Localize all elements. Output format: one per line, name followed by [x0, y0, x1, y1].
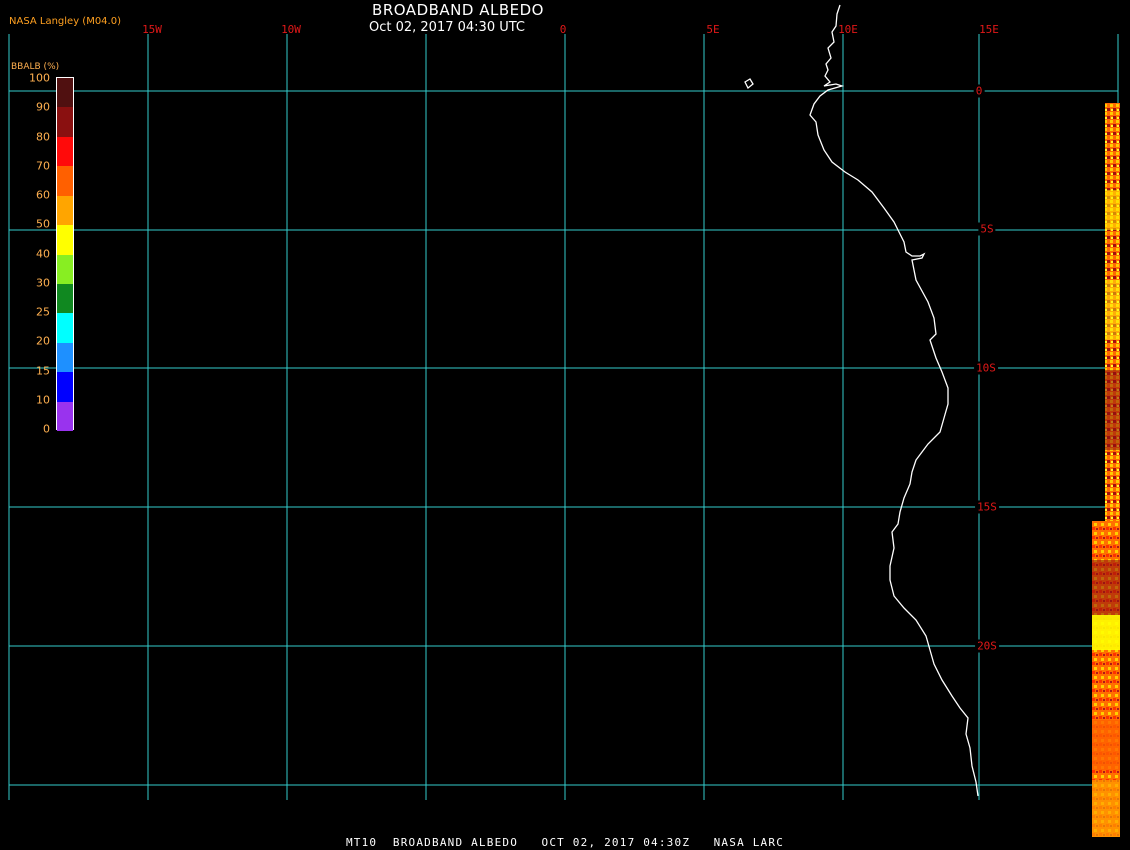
lat-label-15s: 15S: [975, 500, 999, 514]
legend-tick-label: 0: [43, 422, 50, 436]
lon-label-5e: 5E: [706, 23, 720, 36]
legend-swatch: [57, 166, 73, 197]
lon-label-0: 0: [559, 23, 567, 36]
legend-tick-label: 25: [36, 305, 50, 319]
lon-label-15w: 15W: [142, 23, 162, 36]
legend-swatch: [57, 283, 73, 314]
lat-lon-grid: [8, 34, 1119, 800]
legend-tick-label: 50: [36, 217, 50, 231]
lon-label-15e: 15E: [979, 23, 999, 36]
legend-swatch: [57, 136, 73, 167]
legend-tick-label: 80: [36, 130, 50, 143]
legend-swatch: [57, 225, 73, 255]
satellite-swath: [1092, 103, 1120, 837]
lat-label-20s: 20S: [975, 639, 999, 653]
legend-tick-label: 30: [36, 276, 50, 290]
legend-swatch: [57, 342, 73, 373]
legend-tick-label: 70: [36, 159, 50, 173]
legend-tick-label: 20: [36, 334, 50, 348]
lat-label-5s: 5S: [978, 222, 996, 236]
lon-label-10e: 10E: [838, 23, 858, 36]
legend-swatch: [57, 372, 73, 403]
legend-tick-label: 100: [29, 71, 50, 85]
legend-swatch: [57, 254, 73, 285]
legend-tick-label: 40: [36, 247, 50, 260]
lon-label-10w: 10W: [281, 23, 301, 36]
lat-label-10s: 10S: [974, 361, 998, 375]
map-canvas: [8, 4, 1120, 837]
legend-swatch: [57, 195, 73, 226]
legend-swatch: [57, 107, 73, 138]
legend-tick-label: 15: [36, 364, 50, 377]
legend-swatch: [57, 401, 73, 432]
coastline: [744, 4, 979, 797]
albedo-map-view: BROADBAND ALBEDO Oct 02, 2017 04:30 UTC …: [0, 0, 1130, 850]
lat-label-0: 0: [973, 84, 985, 98]
legend-title: BBALB (%): [11, 62, 60, 72]
footer-caption: MT10 BROADBAND ALBEDO OCT 02, 2017 04:30…: [345, 836, 785, 849]
legend-tick-label: 90: [36, 100, 50, 114]
legend-swatch: [57, 78, 73, 108]
legend-tick-label: 60: [36, 188, 50, 202]
legend-color-bar: [56, 77, 74, 432]
legend-tick-label: 10: [36, 393, 50, 407]
legend-swatch: [57, 313, 73, 344]
